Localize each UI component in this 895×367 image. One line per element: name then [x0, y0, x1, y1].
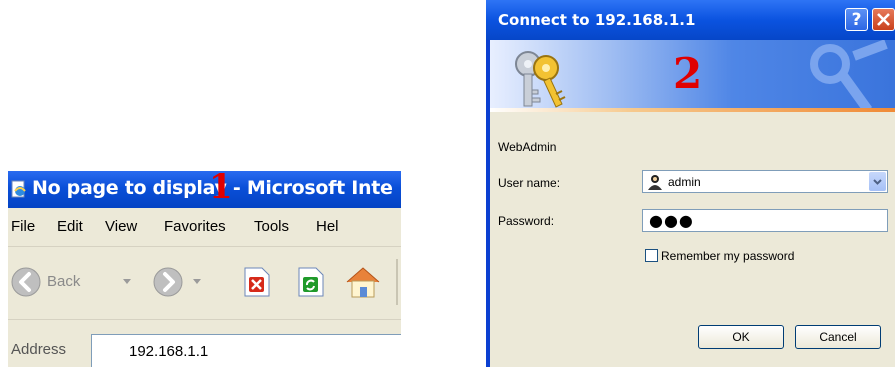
remember-password-label[interactable]: Remember my password: [661, 249, 794, 263]
close-button[interactable]: [872, 8, 895, 31]
password-field[interactable]: ●●●: [642, 209, 888, 232]
stop-icon[interactable]: [244, 267, 270, 297]
home-icon[interactable]: [345, 265, 381, 299]
ie-menu-bar: File Edit View Favorites Tools Help: [8, 208, 401, 247]
menu-edit[interactable]: Edit: [57, 218, 83, 235]
menu-tools[interactable]: Tools: [254, 218, 289, 235]
forward-dropdown-icon: [193, 279, 201, 284]
username-label: User name:: [498, 176, 561, 190]
dialog-title: Connect to 192.168.1.1: [498, 11, 696, 29]
ie-title-bar: No page to display - Microsoft Inte 1: [8, 171, 401, 208]
forward-arrow-icon: [153, 267, 183, 297]
forward-button[interactable]: [152, 265, 208, 299]
keys-watermark-icon: [810, 40, 888, 112]
password-mask: ●●●: [649, 211, 694, 230]
close-icon: [877, 13, 890, 26]
dialog-title-bar: Connect to 192.168.1.1 ?: [486, 0, 895, 40]
address-value: 192.168.1.1: [129, 343, 209, 360]
banner-stripe: [490, 108, 895, 112]
username-dropdown-button[interactable]: [869, 172, 886, 191]
connect-dialog: Connect to 192.168.1.1 ? 2 WebAdmin User…: [486, 0, 895, 367]
username-combobox[interactable]: admin: [642, 170, 888, 193]
back-label: Back: [47, 273, 81, 290]
menu-view[interactable]: View: [105, 218, 137, 235]
menu-help[interactable]: Help: [316, 218, 339, 235]
keys-icon: [515, 51, 566, 108]
user-avatar-icon: [648, 175, 662, 190]
dialog-banner: 2: [490, 40, 895, 112]
step-marker-1: 1: [209, 171, 233, 207]
ie-toolbar: Back: [8, 247, 401, 319]
ie-window: No page to display - Microsoft Inte 1 Fi…: [8, 171, 401, 367]
back-button[interactable]: Back: [10, 265, 138, 299]
address-label: Address: [11, 341, 67, 358]
ie-address-bar: Address 192.168.1.1: [8, 319, 401, 367]
toolbar-separator: [396, 259, 398, 305]
back-dropdown-icon: [123, 279, 131, 284]
remember-password-checkbox[interactable]: [645, 249, 658, 262]
ie-page-icon: [11, 180, 26, 198]
help-button[interactable]: ?: [845, 8, 868, 31]
cancel-button[interactable]: Cancel: [795, 325, 881, 349]
ok-button[interactable]: OK: [698, 325, 784, 349]
refresh-icon[interactable]: [298, 267, 324, 297]
step-marker-2: 2: [673, 49, 703, 98]
menu-favorites[interactable]: Favorites: [164, 218, 226, 235]
back-arrow-icon: [11, 267, 41, 297]
realm-label: WebAdmin: [498, 140, 557, 154]
chevron-down-icon: [873, 179, 882, 185]
menu-file[interactable]: File: [11, 218, 35, 235]
dialog-body: 2 WebAdmin User name: admin Password: ●●…: [490, 40, 895, 367]
address-input[interactable]: 192.168.1.1: [91, 334, 401, 367]
username-value: admin: [668, 175, 701, 189]
password-label: Password:: [498, 214, 555, 228]
